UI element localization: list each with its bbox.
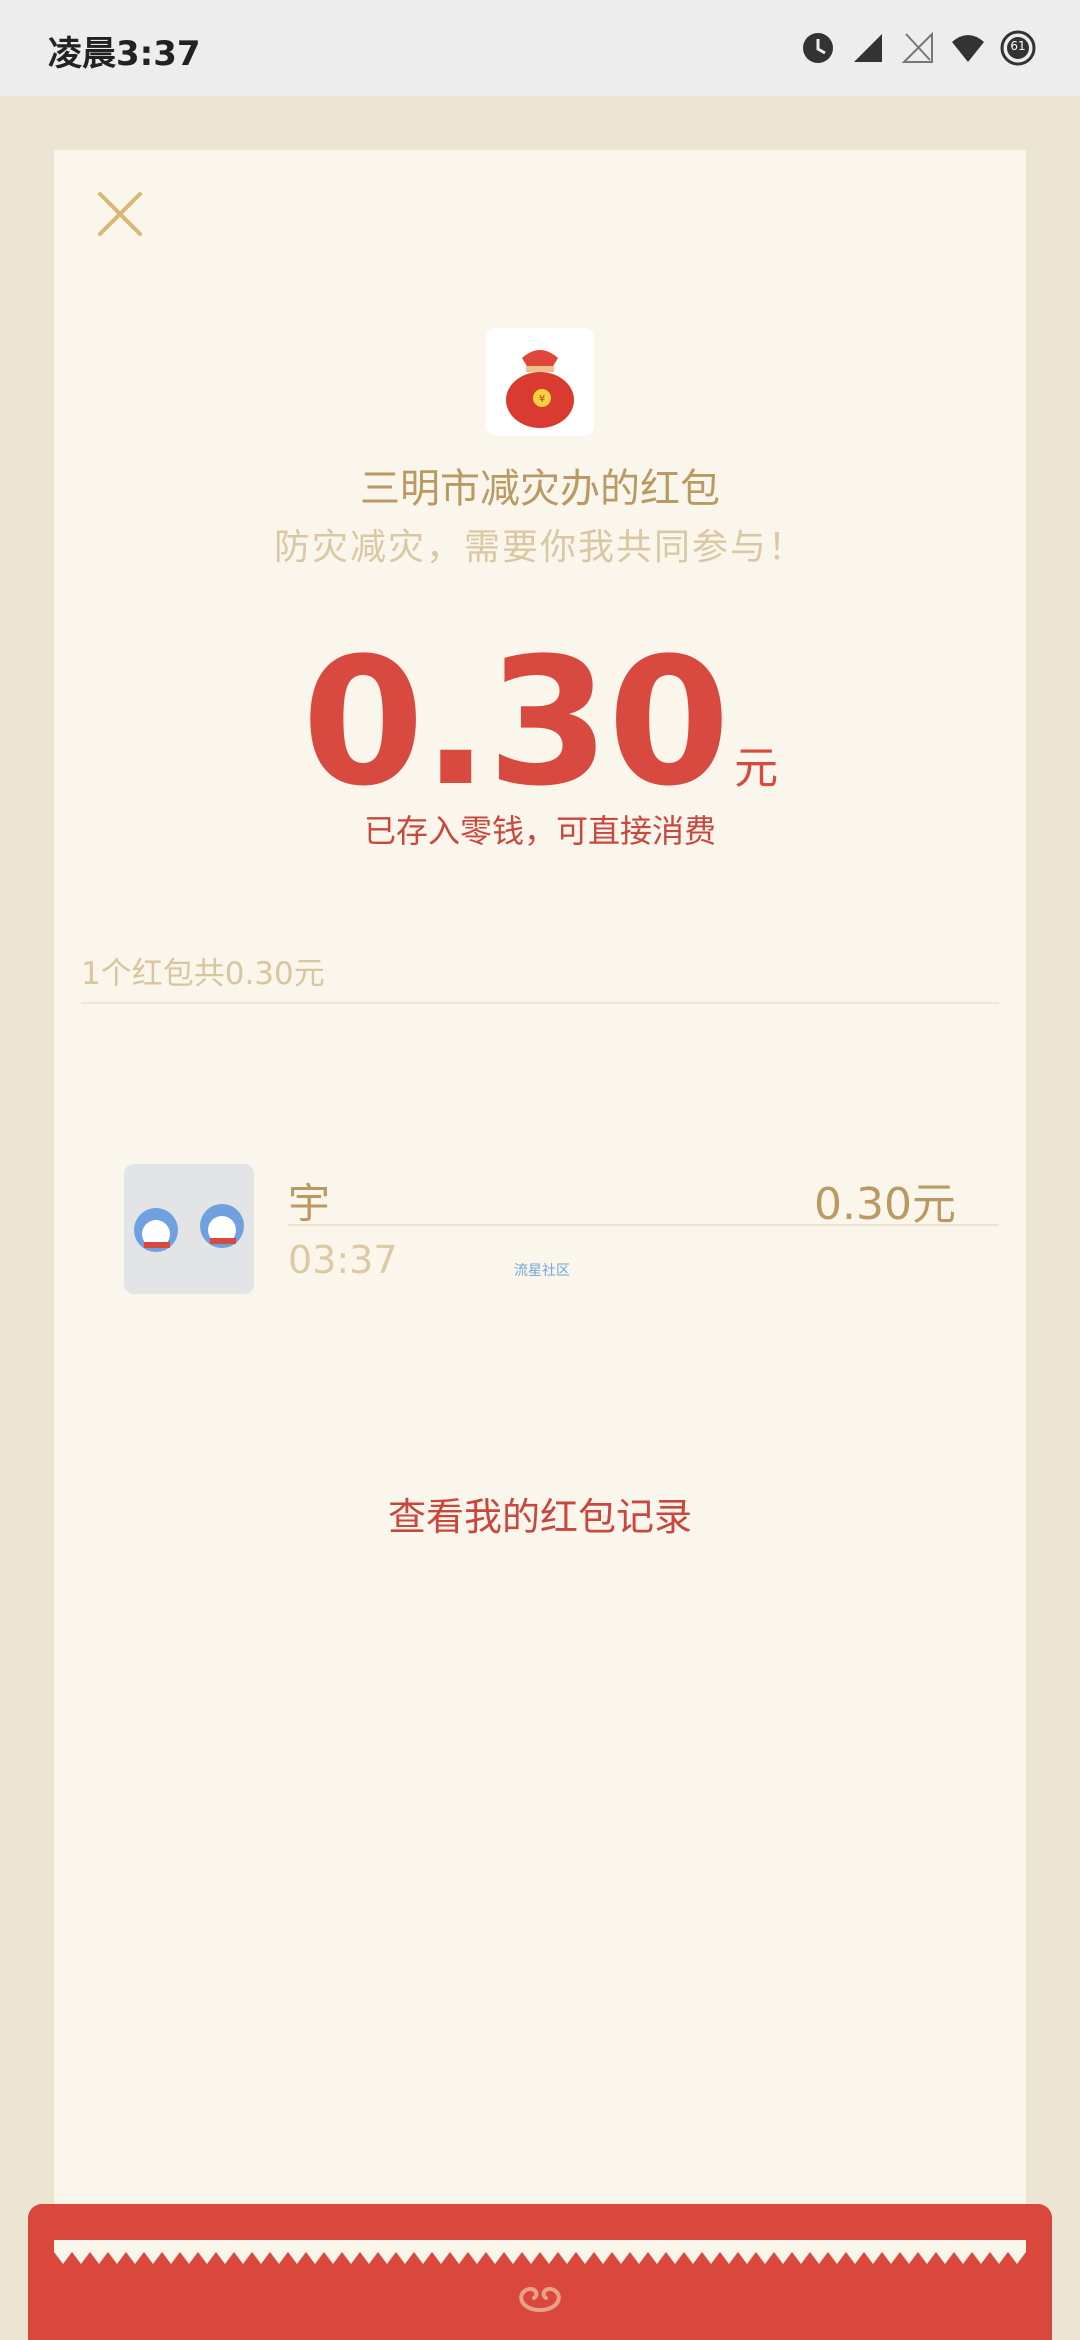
record-time: 03:37 bbox=[288, 1238, 398, 1282]
swirl-icon bbox=[510, 2276, 570, 2316]
record-name: 宇 bbox=[288, 1179, 331, 1228]
list-item[interactable]: 宇 03:37 流星社区 0.30元 bbox=[54, 1050, 1026, 1380]
status-icons: 61 bbox=[800, 30, 1036, 66]
battery-icon: 61 bbox=[1000, 30, 1036, 66]
cartoon-avatar-icon bbox=[124, 1164, 254, 1294]
amount-unit: 元 bbox=[734, 743, 779, 794]
bottom-band bbox=[28, 2204, 1052, 2340]
divider bbox=[288, 1224, 999, 1226]
battery-level: 61 bbox=[1010, 39, 1026, 53]
sender-logo: ¥ bbox=[486, 328, 594, 436]
view-history-link[interactable]: 查看我的红包记录 bbox=[54, 1486, 1026, 1541]
status-time: 凌晨3:37 bbox=[48, 34, 201, 74]
no-signal-icon bbox=[900, 30, 936, 66]
deposit-note[interactable]: 已存入零钱，可直接消费 bbox=[54, 806, 1026, 852]
redpacket-card: ¥ 三明市减灾办的红包 防灾减灾，需要你我共同参与！ 0.30 元 已存入零钱，可… bbox=[54, 150, 1026, 2250]
svg-text:¥: ¥ bbox=[539, 394, 545, 405]
avatar[interactable] bbox=[124, 1164, 254, 1294]
zigzag-edge bbox=[54, 2240, 1026, 2264]
alarm-icon bbox=[800, 30, 836, 66]
amount-display: 0.30 元 bbox=[54, 620, 1026, 825]
redpacket-subtitle: 防灾减灾，需要你我共同参与！ bbox=[273, 527, 806, 568]
divider bbox=[81, 1002, 999, 1004]
signal-icon bbox=[850, 30, 886, 66]
packet-summary: 1个红包共0.30元 bbox=[81, 956, 325, 992]
status-bar: 凌晨3:37 61 bbox=[0, 0, 1080, 96]
money-bag-icon: ¥ bbox=[506, 350, 574, 428]
amount-value: 0.30 bbox=[301, 620, 730, 825]
record-amount: 0.30元 bbox=[814, 1179, 956, 1230]
watermark: 流星社区 bbox=[514, 1263, 570, 1279]
close-icon[interactable] bbox=[94, 188, 146, 240]
wifi-icon bbox=[950, 30, 986, 66]
sender-title: 三明市减灾办的红包 bbox=[360, 466, 720, 512]
